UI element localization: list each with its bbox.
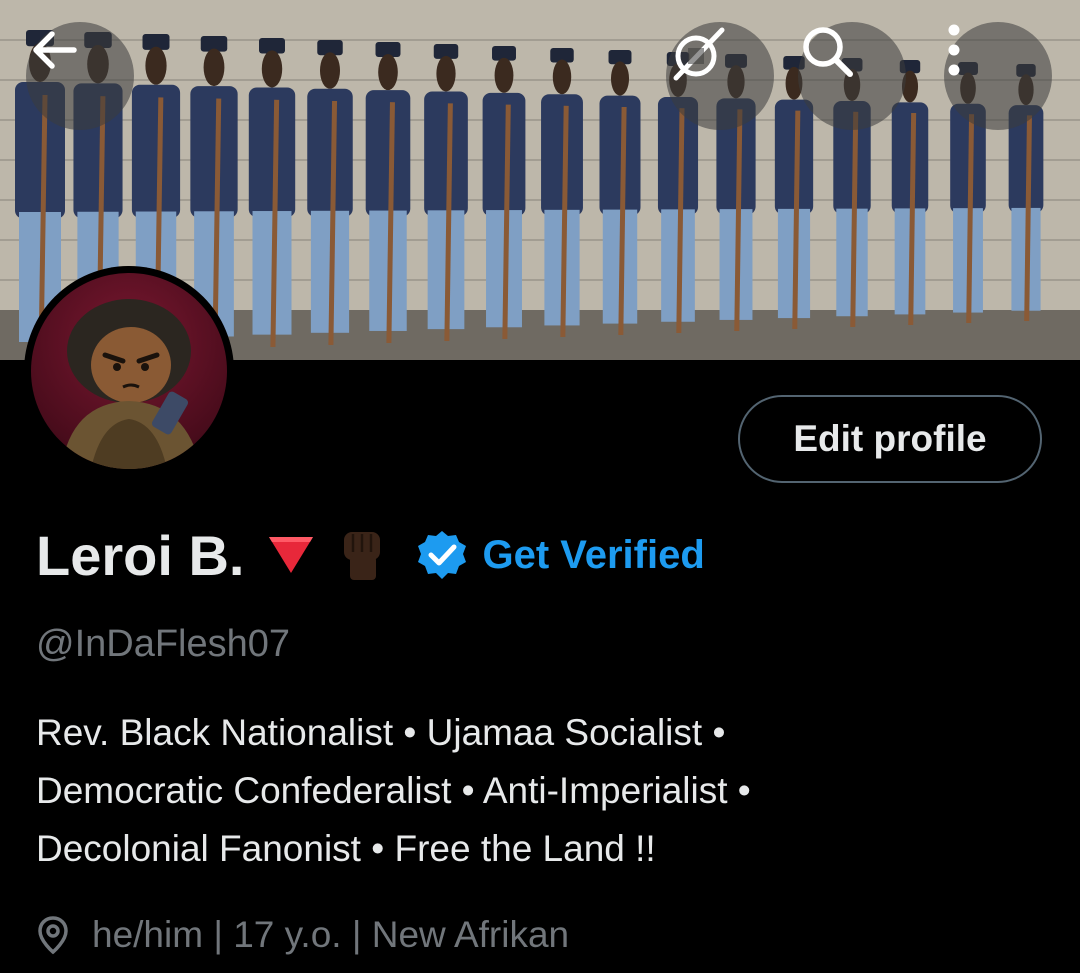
red-triangle-emoji [269, 537, 314, 573]
get-verified-link[interactable]: Get Verified [482, 533, 704, 578]
username-handle: @InDaFlesh07 [36, 623, 291, 665]
location-pin-icon [38, 916, 68, 955]
back-button[interactable] [26, 22, 134, 130]
more-options-button[interactable] [944, 22, 1052, 130]
bio-line: Democratic Confederalist • Anti-Imperial… [36, 770, 751, 811]
arrow-left-icon [33, 31, 77, 69]
grok-button[interactable] [666, 22, 774, 130]
bio-line: Rev. Black Nationalist • Ujamaa Socialis… [36, 712, 726, 753]
profile-meta: he/him | 17 y.o. | New Afrikan [36, 910, 569, 960]
search-button[interactable] [798, 22, 906, 130]
profile-name-row: Leroi B. Get Verified [36, 520, 705, 590]
profile-bio: Rev. Black Nationalist • Ujamaa Socialis… [36, 704, 1046, 878]
bio-line: Decolonial Fanonist • Free the Land !! [36, 828, 656, 869]
location-text: he/him | 17 y.o. | New Afrikan [92, 914, 570, 955]
avatar[interactable] [24, 266, 234, 476]
avatar-image [61, 299, 201, 469]
verified-badge-icon[interactable] [416, 529, 468, 581]
more-vertical-icon [948, 24, 960, 76]
search-icon [803, 27, 853, 77]
raised-fist-emoji [344, 532, 381, 580]
display-name: Leroi B. [36, 523, 245, 587]
grok-icon [673, 27, 725, 81]
edit-profile-button[interactable]: Edit profile [738, 395, 1042, 483]
